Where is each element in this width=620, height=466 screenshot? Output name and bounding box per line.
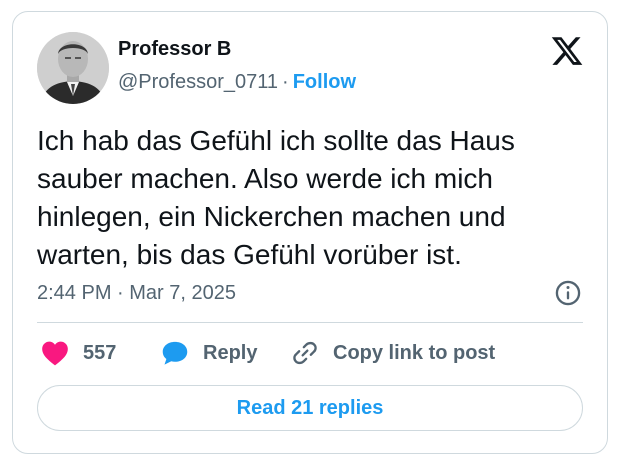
embedded-post-card: Professor B @Professor_0711 · Follow Ich h… — [12, 11, 608, 454]
follow-link[interactable]: Follow — [293, 71, 356, 93]
reply-label: Reply — [203, 341, 258, 364]
copy-link-button[interactable]: Copy link to post — [291, 338, 495, 368]
info-icon[interactable] — [554, 279, 582, 307]
link-icon — [293, 341, 317, 365]
post-text-line: Ich hab das Gefühl ich sollte das Haus — [37, 125, 515, 156]
post-text: Ich hab das Gefühl ich sollte das Haus s… — [37, 122, 587, 274]
post-text-line: sauber machen. Also werde ich mich — [37, 163, 493, 194]
heart-icon — [42, 341, 68, 366]
avatar-portrait-image — [37, 32, 109, 104]
post-text-line: hinlegen, ein Nickerchen machen und — [37, 201, 506, 232]
copy-link-label: Copy link to post — [333, 341, 496, 364]
divider — [37, 322, 583, 323]
author-handle[interactable]: @Professor_0711 — [118, 71, 278, 93]
post-text-line: warten, bis das Gefühl vorüber ist. — [37, 239, 462, 270]
like-button[interactable]: 557 — [41, 338, 116, 368]
separator-dot: · — [282, 71, 289, 93]
read-replies-button[interactable]: Read 21 replies — [37, 385, 583, 431]
reply-button[interactable]: Reply — [161, 338, 257, 368]
post-timestamp[interactable]: 2:44 PM · Mar 7, 2025 — [37, 281, 236, 305]
x-logo-icon[interactable] — [550, 34, 584, 68]
author-handle-row: @Professor_0711 · Follow — [118, 70, 356, 94]
avatar[interactable] — [37, 32, 109, 104]
like-count: 557 — [83, 341, 117, 364]
speech-bubble-icon — [162, 341, 188, 365]
author-name[interactable]: Professor B — [118, 37, 231, 61]
